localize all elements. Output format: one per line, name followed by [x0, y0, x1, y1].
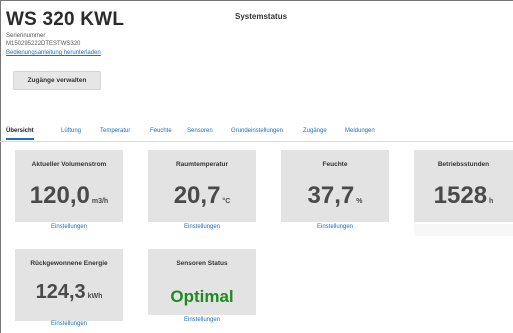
card-value: 20,7 °C: [173, 182, 231, 209]
card-value: 124,3 kWh: [35, 281, 103, 303]
settings-link-volumenstrom[interactable]: Einstellungen: [15, 224, 123, 236]
tab-temperatur[interactable]: Temperatur: [100, 128, 130, 134]
tab-grundeinstellungen[interactable]: Grundeinstellungen: [231, 128, 283, 134]
tab-bar: Übersicht Lüftung Temperatur Feuchte Sen…: [0, 122, 513, 142]
settings-link-raumtemperatur[interactable]: Einstellungen: [148, 224, 256, 236]
card-title: Raumtemperatur: [175, 161, 228, 168]
device-title: WS 320 KWL: [6, 9, 125, 30]
settings-link-sensoren[interactable]: Einstellungen: [148, 317, 256, 329]
card-value: 120,0 m3/h: [29, 182, 109, 209]
tab-sensoren[interactable]: Sensoren: [187, 128, 213, 134]
manual-download-link[interactable]: Bedienungsanleitung herunterladen: [6, 50, 101, 56]
tab-feuchte[interactable]: Feuchte: [150, 128, 172, 134]
serial-number: M150295222DTESTWS320: [6, 41, 81, 47]
card-footer-betriebsstunden: [414, 224, 513, 236]
card-title: Feuchte: [322, 161, 348, 168]
card-feuchte: Feuchte 37,7%: [281, 150, 389, 222]
settings-link-feuchte[interactable]: Einstellungen: [281, 224, 389, 236]
tab-uebersicht[interactable]: Übersicht: [6, 128, 34, 140]
tab-lueftung[interactable]: Lüftung: [61, 128, 81, 134]
card-volumenstrom: Aktueller Volumenstrom 120,0 m3/h: [15, 150, 123, 222]
card-sensoren-status: Sensoren Status Optimal: [148, 249, 256, 315]
card-value: 37,7%: [307, 182, 363, 209]
card-title: Sensoren Status: [176, 260, 228, 267]
card-title: Betriebsstunden: [437, 161, 490, 168]
tab-meldungen[interactable]: Meldungen: [345, 128, 375, 134]
card-value: 1528 h: [433, 182, 494, 209]
tab-zugaenge[interactable]: Zugänge: [303, 128, 327, 134]
settings-link-energie[interactable]: Einstellungen: [15, 321, 123, 333]
system-status-title: Systemstatus: [235, 12, 288, 21]
card-raumtemperatur: Raumtemperatur 20,7 °C: [148, 150, 256, 222]
status-value: Optimal: [170, 287, 234, 306]
serial-label: Seriennummer: [6, 33, 46, 39]
card-betriebsstunden: Betriebsstunden 1528 h: [414, 150, 513, 222]
manage-access-button[interactable]: Zugänge verwalten: [13, 71, 101, 90]
card-title: Rückgewonnene Energie: [30, 260, 108, 267]
card-title: Aktueller Volumenstrom: [31, 161, 107, 168]
card-rueckgewonnene-energie: Rückgewonnene Energie 124,3 kWh: [15, 249, 123, 321]
